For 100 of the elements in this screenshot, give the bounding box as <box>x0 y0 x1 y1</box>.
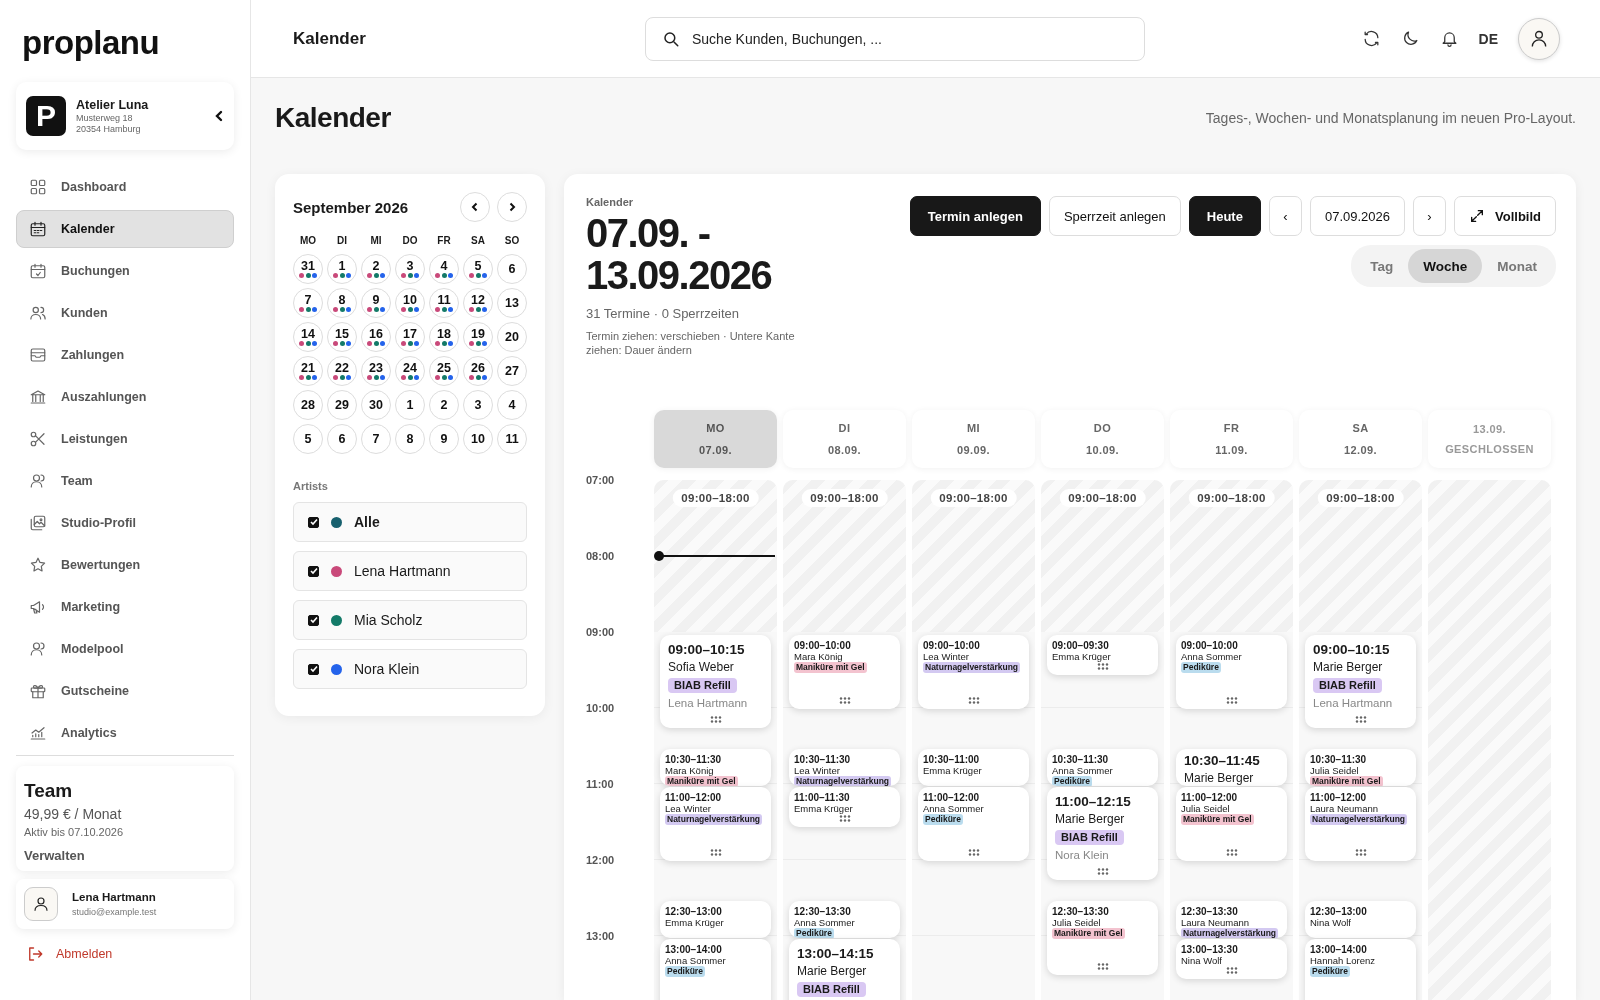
appointment-card[interactable]: 12:30–13:30 Laura Neumann Naturnagelverstärkung <box>1176 901 1287 938</box>
sidebar-item[interactable]: Marketing <box>16 588 234 626</box>
calendar-day[interactable]: 27 <box>497 356 527 386</box>
calendar-day[interactable]: 17 <box>395 322 425 352</box>
drag-handle-icon[interactable] <box>1225 697 1238 704</box>
day-column[interactable]: 09:00–18:00 09:00–10:00 Lea Winter Naturnagelverstärkung 10:30–11:00 Emma Krüger 11:00–12:00 Anna Sommer Pediküre <box>912 480 1035 1000</box>
sidebar-item[interactable]: Modelpool <box>16 630 234 668</box>
calendar-day[interactable]: 6 <box>497 254 527 284</box>
next-month-button[interactable] <box>497 192 527 222</box>
calendar-day[interactable]: 11 <box>497 424 527 454</box>
manage-link[interactable]: Verwalten <box>24 848 226 863</box>
calendar-day[interactable]: 31 <box>293 254 323 284</box>
checkbox[interactable] <box>308 516 319 528</box>
appointment-card[interactable]: 09:00–09:30 Emma Krüger <box>1047 635 1158 675</box>
calendar-day[interactable]: 6 <box>327 424 357 454</box>
calendar-day[interactable]: 4 <box>497 390 527 420</box>
appointment-card[interactable]: 10:30–11:30 Mara König Maniküre mit Gel <box>660 749 771 786</box>
calendar-day[interactable]: 2 <box>361 254 391 284</box>
fullscreen-button[interactable]: Vollbild <box>1454 196 1556 236</box>
sidebar-item[interactable]: Dashboard <box>16 168 234 206</box>
action-button[interactable]: Sperrzeit anlegen <box>1048 196 1181 236</box>
sidebar-item[interactable]: Analytics <box>16 714 234 752</box>
day-column[interactable] <box>1299 480 1422 1000</box>
language-code[interactable]: DE <box>1478 30 1498 47</box>
sidebar-item[interactable]: Auszahlungen <box>16 378 234 416</box>
calendar-day[interactable]: 7 <box>293 288 323 318</box>
calendar-day[interactable]: 14 <box>293 322 323 352</box>
checkbox[interactable] <box>308 614 319 626</box>
calendar-day[interactable]: 1 <box>395 390 425 420</box>
drag-handle-icon[interactable] <box>709 716 722 723</box>
appointment-card[interactable]: 12:30–13:30 Anna Sommer Pediküre <box>789 901 900 938</box>
nav-button[interactable]: ‹ <box>1268 196 1302 236</box>
drag-handle-icon[interactable] <box>838 697 851 704</box>
drag-handle-icon[interactable] <box>1354 849 1367 856</box>
checkbox[interactable] <box>308 663 319 675</box>
appointment-card[interactable]: 11:00–12:00 Anna Sommer Pediküre <box>918 787 1029 861</box>
drag-handle-icon[interactable] <box>838 815 851 822</box>
profile-avatar-icon[interactable] <box>1518 17 1560 60</box>
calendar-day[interactable]: 10 <box>395 288 425 318</box>
drag-handle-icon[interactable] <box>1096 868 1109 875</box>
appointment-card[interactable]: 13:00–14:15 Marie Berger BIAB Refill <box>789 939 900 1000</box>
calendar-day[interactable]: 16 <box>361 322 391 352</box>
appointment-card[interactable]: 11:00–12:00 Julia Seidel Maniküre mit Gel <box>1176 787 1287 861</box>
calendar-day[interactable]: 29 <box>327 390 357 420</box>
appointment-card[interactable]: 11:00–11:30 Emma Krüger <box>789 787 900 827</box>
appointment-card[interactable]: 09:00–10:00 Mara König Maniküre mit Gel <box>789 635 900 709</box>
calendar-day[interactable]: 3 <box>395 254 425 284</box>
calendar-day[interactable]: 5 <box>463 254 493 284</box>
calendar-day[interactable]: 12 <box>463 288 493 318</box>
artist-filter[interactable]: Nora Klein <box>293 649 527 689</box>
sidebar-item[interactable]: Kalender <box>16 210 234 248</box>
day-column[interactable]: 09:00–18:00 09:00–10:00 Anna Sommer Pediküre 10:30–11:45 Marie Berger 11:00–12:00 Julia Seidel Maniküre mit Gel 12:30–13:30 Laura Neumann Naturnagelverstärkung 13:00–13:30 Nina Wolf <box>1170 480 1293 1000</box>
calendar-day[interactable]: 8 <box>327 288 357 318</box>
day-header[interactable]: FR 11.09. <box>1170 410 1293 468</box>
day-header[interactable]: MI 09.09. <box>912 410 1035 468</box>
calendar-day[interactable]: 23 <box>361 356 391 386</box>
calendar-day[interactable]: 8 <box>395 424 425 454</box>
user-card[interactable]: Lena Hartmann studio@example.test <box>16 879 234 929</box>
calendar-day[interactable]: 4 <box>429 254 459 284</box>
appointment-card[interactable]: 09:00–10:00 Anna Sommer Pediküre <box>1176 635 1287 709</box>
appointment-card[interactable]: 13:00–14:00 Hannah Lorenz Pediküre <box>1305 939 1416 1000</box>
drag-handle-icon[interactable] <box>1225 967 1238 974</box>
appointment-card[interactable]: 09:00–10:15 Sofia Weber BIAB Refill Lena Hartmann <box>660 635 771 728</box>
appointment-card[interactable]: 11:00–12:00 Laura Neumann Naturnagelverstärkung <box>1305 787 1416 861</box>
day-column[interactable] <box>654 480 777 1000</box>
appointment-card[interactable]: 11:00–12:15 Marie Berger BIAB Refill Nora Klein <box>1047 787 1158 880</box>
appointment-card[interactable]: 12:30–13:30 Julia Seidel Maniküre mit Gel <box>1047 901 1158 975</box>
drag-handle-icon[interactable] <box>967 697 980 704</box>
logout-link[interactable]: Abmelden <box>26 945 224 963</box>
drag-handle-icon[interactable] <box>967 849 980 856</box>
calendar-day[interactable]: 1 <box>327 254 357 284</box>
day-header[interactable]: MO 07.09. <box>654 410 777 468</box>
calendar-day[interactable]: 15 <box>327 322 357 352</box>
action-button[interactable]: 07.09.2026 <box>1309 196 1405 236</box>
checkbox[interactable] <box>308 565 319 577</box>
appointment-card[interactable]: 09:00–10:15 Marie Berger BIAB Refill Lena Hartmann <box>1305 635 1416 728</box>
calendar-day[interactable]: 21 <box>293 356 323 386</box>
appointment-card[interactable]: 13:00–14:00 Anna Sommer Pediküre <box>660 939 771 1000</box>
day-column[interactable]: 09:00–18:00 09:00–09:30 Emma Krüger 10:30–11:30 Anna Sommer Pediküre 11:00–12:15 Marie Berger BIAB Refill Nora Klein 12:30–13:30 Julia Seidel Maniküre mit Gel <box>1041 480 1164 1000</box>
sidebar-item[interactable]: Kunden <box>16 294 234 332</box>
appointment-card[interactable]: 09:00–10:00 Lea Winter Naturnagelverstärkung <box>918 635 1029 709</box>
studio-card[interactable]: P Atelier Luna Musterweg 18 20354 Hamburg <box>16 82 234 150</box>
drag-handle-icon[interactable] <box>709 849 722 856</box>
sidebar-item[interactable]: Studio-Profil <box>16 504 234 542</box>
calendar-day[interactable]: 18 <box>429 322 459 352</box>
calendar-day[interactable]: 19 <box>463 322 493 352</box>
action-button[interactable]: Termin anlegen <box>909 196 1041 236</box>
calendar-day[interactable]: 24 <box>395 356 425 386</box>
sidebar-item[interactable]: Gutscheine <box>16 672 234 710</box>
collapse-chevron-icon[interactable] <box>214 110 224 122</box>
calendar-day[interactable]: 20 <box>497 322 527 352</box>
view-tab[interactable]: Tag <box>1355 249 1409 283</box>
calendar-day[interactable]: 2 <box>429 390 459 420</box>
appointment-card[interactable]: 10:30–11:30 Lea Winter Naturnagelverstärkung <box>789 749 900 786</box>
calendar-day[interactable]: 25 <box>429 356 459 386</box>
appointment-card[interactable]: 10:30–11:30 Julia Seidel Maniküre mit Gel <box>1305 749 1416 786</box>
artist-filter[interactable]: Alle <box>293 502 527 542</box>
appointment-card[interactable]: 11:00–12:00 Lea Winter Naturnagelverstärkung <box>660 787 771 861</box>
calendar-day[interactable]: 28 <box>293 390 323 420</box>
drag-handle-icon[interactable] <box>1225 849 1238 856</box>
